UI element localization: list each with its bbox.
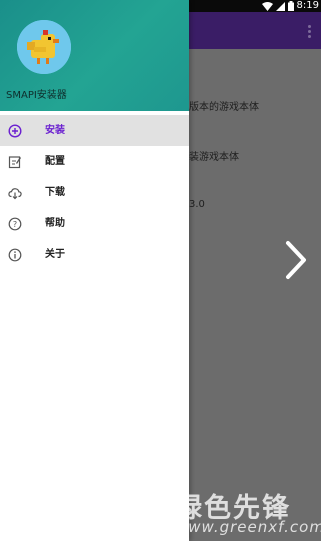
add-circle-icon xyxy=(8,123,22,138)
nav-item-label: 配置 xyxy=(45,156,65,167)
chevron-right-icon[interactable] xyxy=(284,240,308,284)
drawer-header: SMAPI安装器 xyxy=(0,0,189,111)
background-text-line: 版本的游戏本体 xyxy=(189,102,259,113)
watermark-logo-icon xyxy=(119,490,169,531)
battery-icon xyxy=(287,1,294,11)
nav-item-install[interactable]: 安装 xyxy=(0,115,189,146)
help-circle-icon: ? xyxy=(8,216,22,231)
nav-item-label: 帮助 xyxy=(45,218,65,229)
nav-item-download[interactable]: 下载 xyxy=(0,177,189,208)
svg-text:?: ? xyxy=(13,220,17,229)
nav-item-label: 下载 xyxy=(45,187,65,198)
background-text-line: 3.0 xyxy=(189,199,205,210)
chicken-avatar-icon xyxy=(17,20,71,74)
screen: 8:19 版本的游戏本体 装游戏本体 3.0 SMAPI安装器 安装 配置 下载… xyxy=(0,0,321,541)
nav-item-label: 关于 xyxy=(45,249,65,260)
cellular-signal-icon xyxy=(275,1,285,11)
navigation-drawer: SMAPI安装器 安装 配置 下载 ? 帮助 关于 xyxy=(0,0,189,541)
status-time: 8:19 xyxy=(296,0,319,11)
nav-item-help[interactable]: ? 帮助 xyxy=(0,208,189,239)
info-circle-icon xyxy=(8,247,22,262)
nav-item-about[interactable]: 关于 xyxy=(0,239,189,270)
edit-document-icon xyxy=(8,154,22,169)
app-name: SMAPI安装器 xyxy=(6,90,67,101)
status-icons: 8:19 xyxy=(261,0,321,12)
watermark-url: www.greenxf.com xyxy=(175,518,321,536)
background-text-line: 装游戏本体 xyxy=(189,152,239,163)
nav-item-config[interactable]: 配置 xyxy=(0,146,189,177)
cloud-download-icon xyxy=(8,185,22,200)
overflow-menu-icon[interactable] xyxy=(308,25,312,39)
nav-list: 安装 配置 下载 ? 帮助 关于 xyxy=(0,115,189,270)
watermark: 绿色先锋 www.greenxf.com xyxy=(115,486,321,538)
nav-item-label: 安装 xyxy=(45,125,65,136)
wifi-icon xyxy=(261,1,273,11)
